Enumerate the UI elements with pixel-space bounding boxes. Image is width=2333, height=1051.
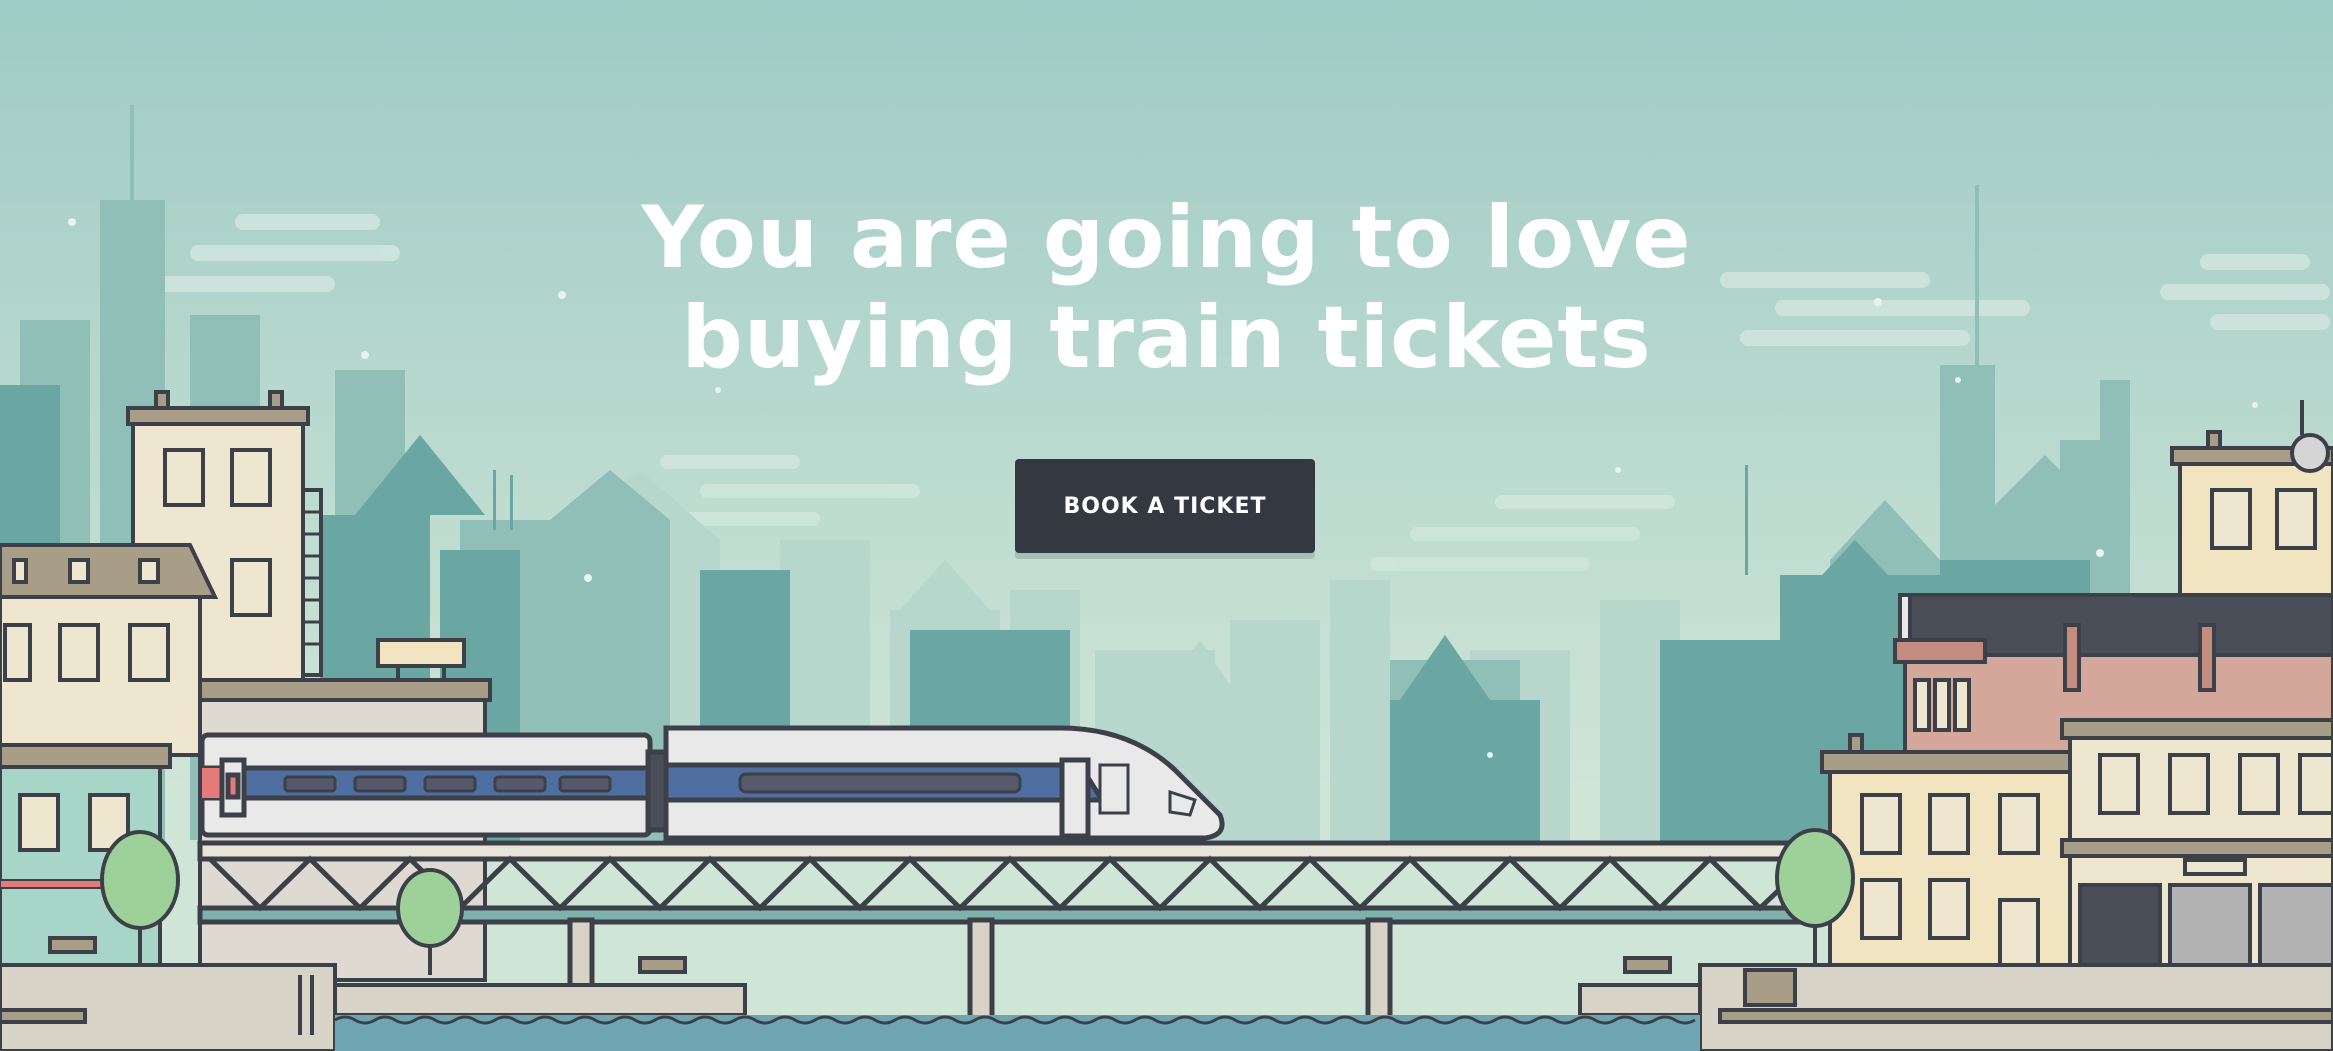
hero-title: You are going to love buying train ticke… bbox=[0, 188, 2333, 388]
water bbox=[334, 1015, 1700, 1051]
hero-title-line-1: You are going to love bbox=[641, 188, 1692, 288]
hero-section: You are going to love buying train ticke… bbox=[0, 0, 2333, 1051]
train-illustration bbox=[199, 725, 1225, 841]
book-a-ticket-button[interactable]: BOOK A TICKET bbox=[1015, 459, 1315, 553]
hero-title-line-2: buying train tickets bbox=[681, 288, 1652, 388]
